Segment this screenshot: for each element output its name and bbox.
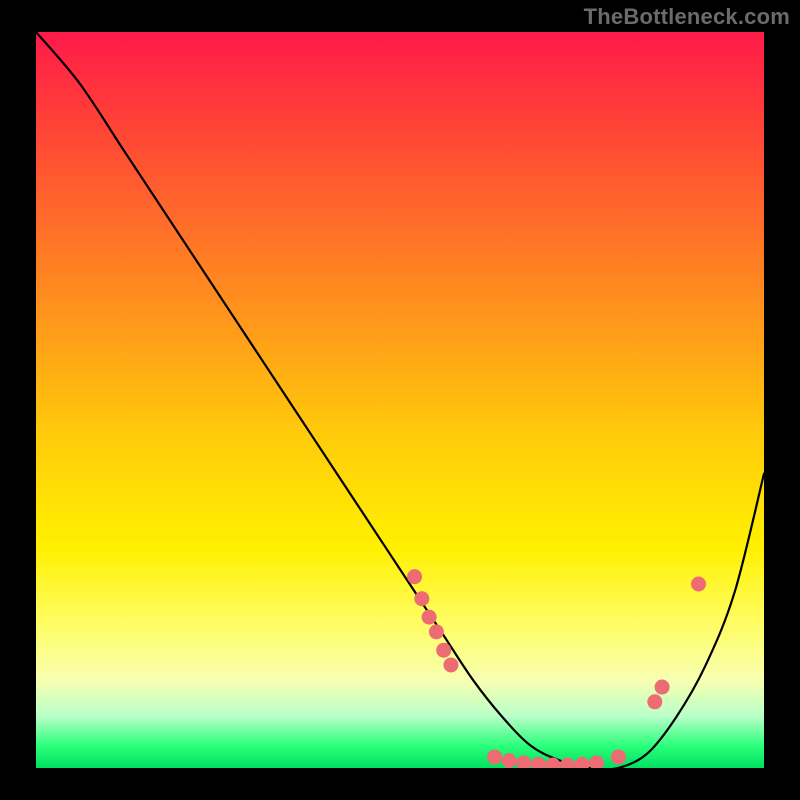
highlight-point [407,569,422,584]
bottleneck-curve-line [36,32,764,768]
attribution-label: TheBottleneck.com [584,4,790,30]
highlight-point [443,657,458,672]
highlight-point [575,757,590,768]
highlight-point [655,680,670,695]
chart-frame: TheBottleneck.com [0,0,800,800]
highlight-point [414,591,429,606]
highlight-point [436,643,451,658]
highlight-point [691,577,706,592]
highlight-point [487,749,502,764]
bottleneck-curve-svg [36,32,764,768]
highlight-point [560,758,575,768]
highlight-point [589,755,604,768]
highlight-point [647,694,662,709]
highlight-point [516,755,531,768]
plot-area [36,32,764,768]
highlight-point [429,624,444,639]
highlight-point [611,749,626,764]
highlight-point [531,757,546,768]
highlight-point [502,753,517,768]
highlight-point [422,610,437,625]
